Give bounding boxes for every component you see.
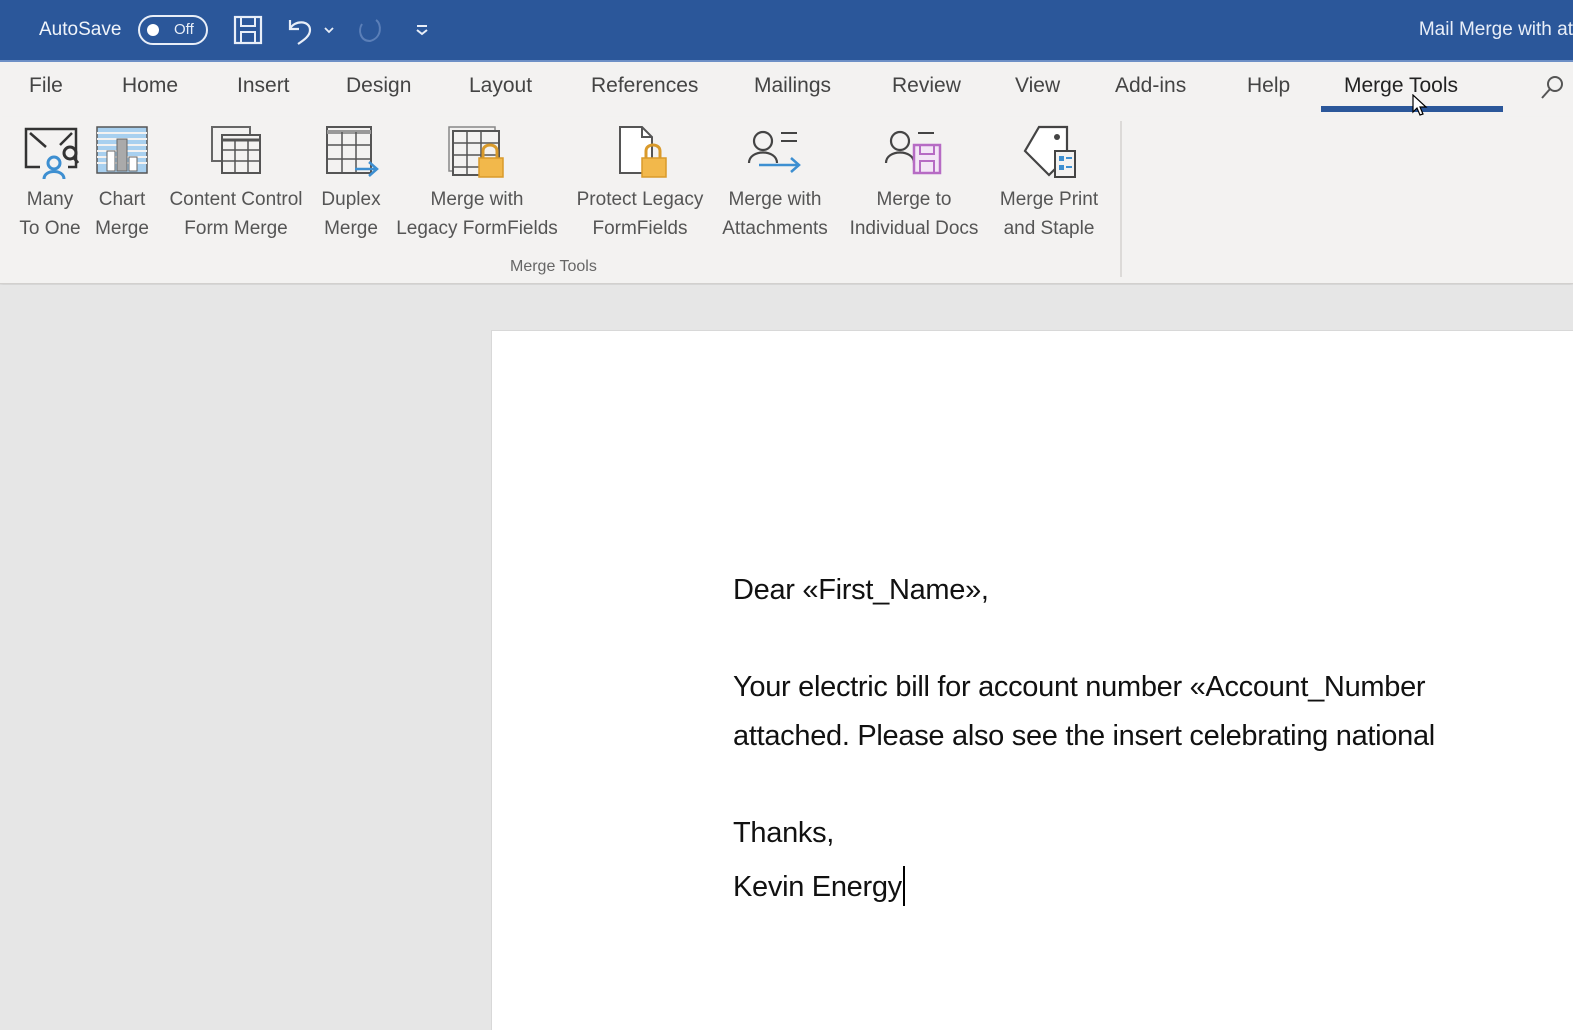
- closing-line: Thanks,: [733, 817, 835, 849]
- body-line-2: attached. Please also see the insert cel…: [733, 720, 1435, 752]
- search-button[interactable]: [1538, 74, 1566, 107]
- autosave-toggle[interactable]: Off: [138, 0, 208, 60]
- merge-attachments-icon: [747, 130, 801, 173]
- content-control-label-2: Form Merge: [184, 218, 288, 239]
- undo-button[interactable]: [284, 0, 316, 60]
- undo-dropdown-button[interactable]: [323, 0, 335, 60]
- signature-line: Kevin Energy: [733, 866, 905, 906]
- tab-help[interactable]: Help: [1247, 74, 1290, 98]
- save-icon: [233, 15, 263, 45]
- merge-legacy-formfields-button[interactable]: Merge with Legacy FormFields: [388, 123, 566, 243]
- tab-home[interactable]: Home: [122, 74, 178, 98]
- content-control-label-1: Content Control: [169, 189, 303, 210]
- duplex-merge-button[interactable]: Duplex Merge: [316, 123, 386, 243]
- many-to-one-icon: [24, 127, 80, 179]
- merge-print-label-2: and Staple: [1003, 218, 1095, 239]
- tab-insert[interactable]: Insert: [237, 74, 290, 98]
- content-control-form-merge-button[interactable]: Content Control Form Merge: [158, 123, 314, 243]
- merge-individual-label-2: Individual Docs: [849, 218, 979, 239]
- ribbon-panel: Many To One Chart Merge Content Control …: [0, 117, 1573, 284]
- protect-legacy-label-2: FormFields: [592, 218, 688, 239]
- customize-qat-button[interactable]: [414, 0, 430, 60]
- duplex-merge-label-2: Merge: [324, 218, 378, 239]
- customize-qat-icon: [416, 25, 428, 36]
- mouse-pointer-icon: [1412, 93, 1428, 116]
- tab-review[interactable]: Review: [892, 74, 961, 98]
- text-caret: [902, 866, 905, 906]
- body-line-1: Your electric bill for account number «A…: [733, 671, 1426, 703]
- ribbon-group-label: Merge Tools: [510, 258, 597, 275]
- save-button[interactable]: [232, 0, 264, 60]
- duplex-merge-icon: [326, 126, 379, 177]
- tab-references[interactable]: References: [591, 74, 698, 98]
- merge-to-individual-docs-button[interactable]: Merge to Individual Docs: [838, 123, 990, 243]
- many-to-one-label-1: Many: [26, 189, 74, 210]
- chart-merge-label-2: Merge: [95, 218, 149, 239]
- many-to-one-label-2: To One: [19, 218, 81, 239]
- tab-merge-tools[interactable]: Merge Tools: [1344, 74, 1458, 98]
- tab-file[interactable]: File: [29, 74, 63, 98]
- merge-attachments-label-2: Attachments: [722, 218, 828, 239]
- document-canvas: Dear «First_Name», Your electric bill fo…: [0, 285, 1573, 1030]
- toggle-knob: [147, 24, 159, 36]
- merge-with-attachments-button[interactable]: Merge with Attachments: [714, 123, 836, 243]
- document-title: Mail Merge with at: [1418, 19, 1573, 40]
- search-icon: [1541, 76, 1563, 99]
- merge-attachments-label-1: Merge with: [728, 189, 822, 210]
- undo-icon: [288, 20, 312, 45]
- chart-merge-button[interactable]: Chart Merge: [88, 123, 156, 243]
- title-bar: AutoSave Off Mail Merge with at: [0, 0, 1573, 60]
- chart-merge-label-1: Chart: [98, 189, 146, 210]
- autosave-label: AutoSave: [39, 19, 122, 40]
- tab-design[interactable]: Design: [346, 74, 411, 98]
- redo-button[interactable]: [354, 0, 386, 60]
- merge-individual-docs-icon: [884, 130, 942, 175]
- protect-legacy-label-1: Protect Legacy: [576, 189, 704, 210]
- protect-document-lock-icon: [619, 126, 667, 178]
- protect-legacy-formfields-button[interactable]: Protect Legacy FormFields: [568, 123, 712, 243]
- redo-icon: [359, 19, 381, 43]
- content-control-icon: [211, 126, 261, 174]
- greeting-line: Dear «First_Name»,: [733, 574, 989, 606]
- many-to-one-button[interactable]: Many To One: [14, 123, 86, 243]
- merge-legacy-label-1: Merge with: [430, 189, 524, 210]
- merge-legacy-label-2: Legacy FormFields: [396, 218, 558, 239]
- ribbon-tabs: File Home Insert Design Layout Reference…: [0, 60, 1573, 117]
- merge-print-staple-button[interactable]: Merge Print and Staple: [992, 123, 1106, 243]
- merge-print-label-1: Merge Print: [999, 189, 1099, 210]
- signature-text: Kevin Energy: [733, 871, 902, 903]
- document-page[interactable]: Dear «First_Name», Your electric bill fo…: [491, 330, 1573, 1030]
- duplex-merge-label-1: Duplex: [321, 189, 381, 210]
- tab-layout[interactable]: Layout: [469, 74, 532, 98]
- tab-view[interactable]: View: [1015, 74, 1060, 98]
- tab-mailings[interactable]: Mailings: [754, 74, 831, 98]
- group-separator: [1120, 121, 1122, 277]
- merge-individual-label-1: Merge to: [876, 189, 952, 210]
- tab-add-ins[interactable]: Add-ins: [1115, 74, 1186, 98]
- autosave-state: Off: [174, 21, 194, 38]
- undo-dropdown-icon: [324, 27, 334, 34]
- chart-merge-icon: [96, 126, 148, 174]
- print-staple-tag-icon: [1023, 125, 1076, 178]
- legacy-formfields-lock-icon: [448, 126, 504, 178]
- mouse-cursor: [1412, 93, 1428, 123]
